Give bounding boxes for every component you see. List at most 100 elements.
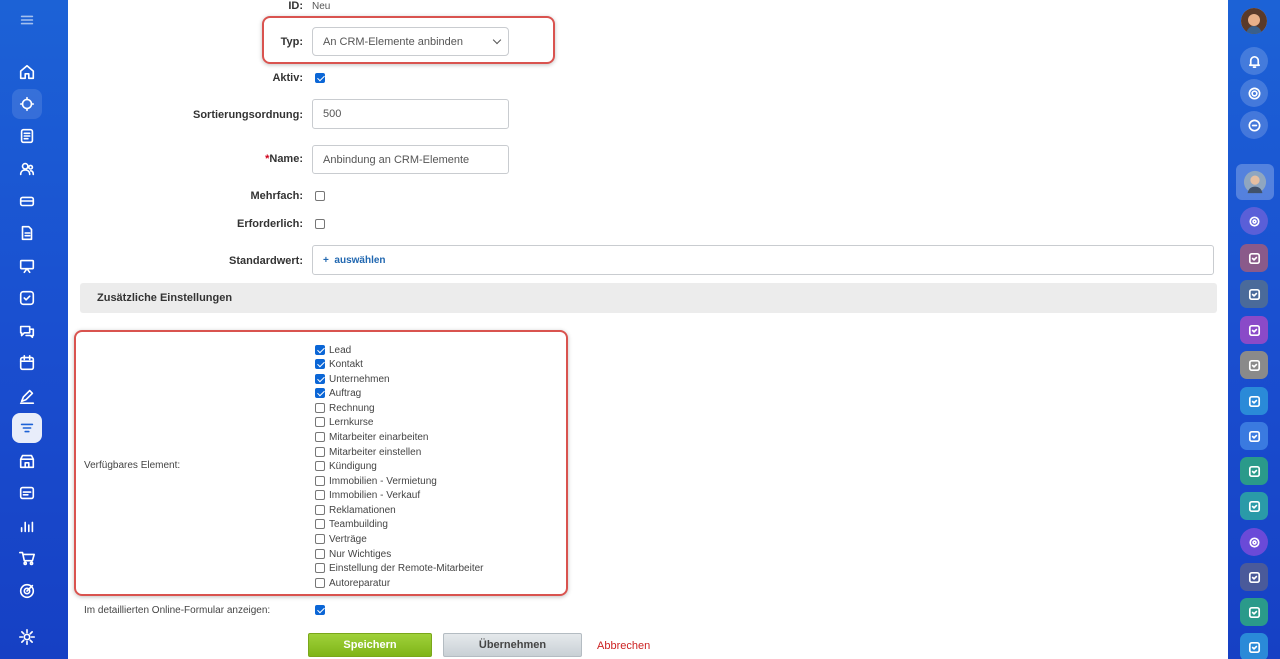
element-row-company[interactable]: Unternehmen xyxy=(315,372,390,386)
user-avatar[interactable] xyxy=(1241,8,1267,34)
type-select-value: An CRM-Elemente anbinden xyxy=(323,35,464,48)
analytics-icon[interactable] xyxy=(12,511,42,541)
feed-icon[interactable] xyxy=(12,89,42,119)
element-row-remote-hiring[interactable]: Einstellung der Remote-Mitarbeiter xyxy=(315,561,484,575)
save-button[interactable]: Speichern xyxy=(308,633,432,657)
checklist-icon[interactable] xyxy=(12,283,42,313)
crm-filter-icon[interactable] xyxy=(12,413,42,443)
element-row-deal[interactable]: Auftrag xyxy=(315,386,361,400)
drive-icon[interactable] xyxy=(12,186,42,216)
element-row-sale[interactable]: Immobilien - Verkauf xyxy=(315,488,420,502)
cart-icon[interactable] xyxy=(12,543,42,573)
element-checkbox[interactable] xyxy=(315,388,325,398)
element-checkbox[interactable] xyxy=(315,417,325,427)
task-icon[interactable] xyxy=(1240,280,1268,308)
employee-avatar xyxy=(1243,170,1267,194)
element-row-termination[interactable]: Kündigung xyxy=(315,459,377,473)
task-icon[interactable] xyxy=(1240,457,1268,485)
element-checkbox[interactable] xyxy=(315,461,325,471)
apply-button[interactable]: Übernehmen xyxy=(443,633,582,657)
spiral-icon[interactable] xyxy=(1240,207,1268,235)
copilot-icon[interactable] xyxy=(1240,79,1268,107)
element-row-rental[interactable]: Immobilien - Vermietung xyxy=(315,474,437,488)
bell-icon[interactable] xyxy=(1240,47,1268,75)
task-icon[interactable] xyxy=(1240,351,1268,379)
element-label: Unternehmen xyxy=(329,373,390,385)
task-icon[interactable] xyxy=(1240,422,1268,450)
element-row-hiring[interactable]: Mitarbeiter einstellen xyxy=(315,445,421,459)
element-checkbox[interactable] xyxy=(315,374,325,384)
element-checkbox[interactable] xyxy=(315,549,325,559)
id-card-icon[interactable] xyxy=(12,478,42,508)
task-icon[interactable] xyxy=(1240,316,1268,344)
name-label: *Name: xyxy=(265,153,303,165)
element-checkbox[interactable] xyxy=(315,563,325,573)
menu-icon[interactable] xyxy=(12,5,42,35)
id-label: ID: xyxy=(288,0,303,12)
left-sidebar xyxy=(0,0,68,659)
task-icon[interactable] xyxy=(1240,244,1268,272)
docs-icon[interactable] xyxy=(12,218,42,248)
sort-label: Sortierungsordnung: xyxy=(193,109,303,121)
target-icon[interactable] xyxy=(12,576,42,606)
element-checkbox[interactable] xyxy=(315,578,325,588)
name-input[interactable]: Anbindung an CRM-Elemente xyxy=(312,145,509,174)
sign-icon[interactable] xyxy=(12,381,42,411)
active-checkbox[interactable] xyxy=(315,73,325,83)
element-label: Teambuilding xyxy=(329,518,388,530)
default-label: Standardwert: xyxy=(229,255,303,267)
element-checkbox[interactable] xyxy=(315,490,325,500)
element-checkbox[interactable] xyxy=(315,432,325,442)
spiral-icon[interactable] xyxy=(1240,528,1268,556)
task-icon[interactable] xyxy=(1240,387,1268,415)
chat-search-icon[interactable] xyxy=(1240,111,1268,139)
element-row-teambuilding[interactable]: Teambuilding xyxy=(315,517,388,531)
type-select[interactable]: An CRM-Elemente anbinden xyxy=(312,27,509,56)
chevron-down-icon xyxy=(492,35,502,45)
element-checkbox[interactable] xyxy=(315,345,325,355)
additional-settings-header[interactable]: Zusätzliche Einstellungen xyxy=(80,283,1217,313)
default-add-link[interactable]: + auswählen xyxy=(323,255,386,266)
online-form-checkbox[interactable] xyxy=(315,605,325,615)
element-checkbox[interactable] xyxy=(315,447,325,457)
element-checkbox[interactable] xyxy=(315,519,325,529)
home-icon[interactable] xyxy=(12,57,42,87)
required-label: Erforderlich: xyxy=(236,218,303,230)
multiple-checkbox[interactable] xyxy=(315,191,325,201)
task-icon[interactable] xyxy=(1240,492,1268,520)
required-checkbox[interactable] xyxy=(315,219,325,229)
available-elements-label: Verfügbares Element: xyxy=(84,460,181,471)
chat-icon[interactable] xyxy=(12,316,42,346)
settings-icon[interactable] xyxy=(12,622,42,652)
task-icon[interactable] xyxy=(1240,633,1268,659)
element-row-lead[interactable]: Lead xyxy=(315,343,351,357)
sort-input[interactable]: 500 xyxy=(312,99,509,129)
online-form-label: Im detaillierten Online-Formular anzeige… xyxy=(84,605,271,616)
element-checkbox[interactable] xyxy=(315,534,325,544)
calendar-icon[interactable] xyxy=(12,348,42,378)
element-checkbox[interactable] xyxy=(315,359,325,369)
element-checkbox[interactable] xyxy=(315,476,325,486)
element-label: Immobilien - Verkauf xyxy=(329,489,421,501)
element-label: Lernkurse xyxy=(329,416,374,428)
contacts-icon[interactable] xyxy=(12,154,42,184)
task-icon[interactable] xyxy=(1240,598,1268,626)
task-icon[interactable] xyxy=(1240,563,1268,591)
element-checkbox[interactable] xyxy=(315,403,325,413)
tasks-icon[interactable] xyxy=(12,121,42,151)
element-row-complaints[interactable]: Reklamationen xyxy=(315,503,396,517)
element-row-important[interactable]: Nur Wichtiges xyxy=(315,547,391,561)
element-row-onboarding[interactable]: Mitarbeiter einarbeiten xyxy=(315,430,429,444)
employee-avatar-box[interactable] xyxy=(1236,164,1274,200)
element-row-contracts[interactable]: Verträge xyxy=(315,532,367,546)
presentation-icon[interactable] xyxy=(12,251,42,281)
store-icon[interactable] xyxy=(12,446,42,476)
cancel-link[interactable]: Abbrechen xyxy=(597,640,650,652)
element-label: Kündigung xyxy=(329,460,377,472)
element-row-car-repair[interactable]: Autoreparatur xyxy=(315,576,390,590)
element-row-contact[interactable]: Kontakt xyxy=(315,357,363,371)
element-checkbox[interactable] xyxy=(315,505,325,515)
element-row-invoice[interactable]: Rechnung xyxy=(315,401,375,415)
element-row-courses[interactable]: Lernkurse xyxy=(315,415,373,429)
default-add-link-label: auswählen xyxy=(334,254,386,266)
